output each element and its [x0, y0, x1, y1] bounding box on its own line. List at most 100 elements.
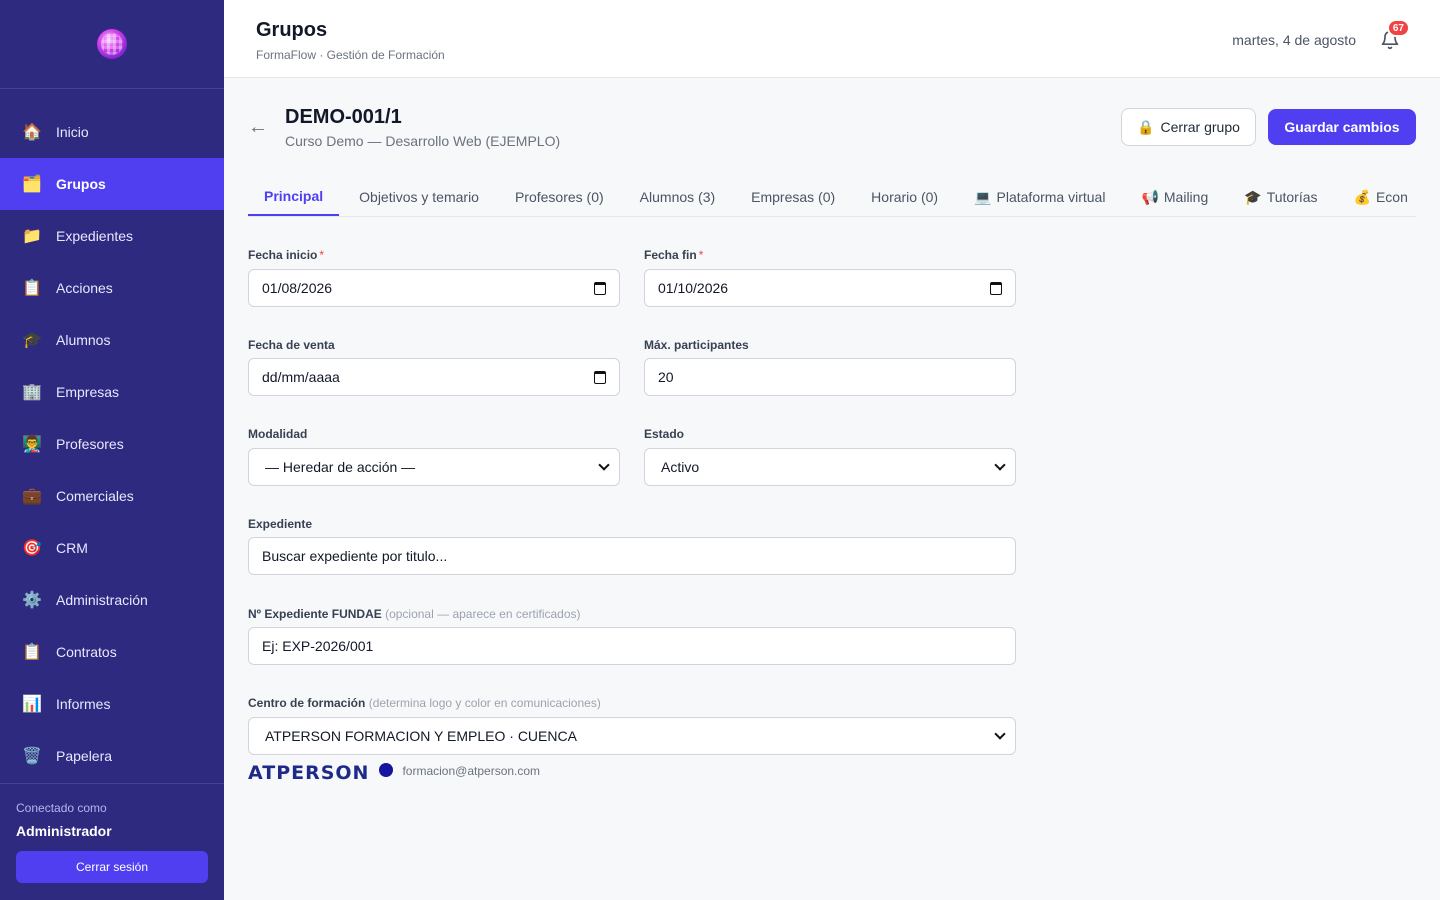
- group-course: Curso Demo — Desarrollo Web (EJEMPLO): [285, 133, 561, 149]
- graduation-cap-icon: 🎓: [1244, 188, 1262, 205]
- centro-label: Centro de formación (determina logo y co…: [248, 696, 601, 710]
- chevron-down-icon: [994, 728, 1006, 740]
- lock-icon: 🔒: [1137, 118, 1155, 135]
- logout-button[interactable]: Cerrar sesión: [16, 851, 208, 883]
- modalidad-select[interactable]: — Heredar de acción —: [248, 448, 620, 486]
- sidebar-item-crm[interactable]: 🎯 CRM: [0, 522, 224, 574]
- fundae-hint: (opcional — aparece en certificados): [385, 607, 581, 621]
- tab-label: Horario (0): [871, 189, 939, 205]
- centro-value: ATPERSON FORMACION Y EMPLEO · CUENCA: [265, 728, 577, 744]
- megaphone-icon: 📢: [1141, 188, 1159, 205]
- chevron-down-icon: [994, 459, 1006, 471]
- sidebar-item-label: Administración: [56, 592, 148, 608]
- label-text: Fecha inicio: [248, 248, 318, 262]
- sidebar-item-label: Comerciales: [56, 488, 134, 504]
- clipboard-icon: 📋: [22, 280, 42, 297]
- estado-label: Estado: [644, 427, 685, 441]
- tab-horario[interactable]: Horario (0): [855, 178, 954, 216]
- clipboard-icon: 📋: [22, 644, 42, 661]
- fecha-fin-value: 01/10/2026: [658, 280, 729, 296]
- sidebar-item-label: Papelera: [56, 748, 113, 764]
- sidebar-footer: Conectado como Administrador Cerrar sesi…: [0, 783, 224, 883]
- label-text: Centro de formación: [248, 696, 366, 710]
- building-icon: 🏢: [22, 384, 42, 401]
- tab-label: Profesores (0): [514, 189, 604, 205]
- fecha-inicio-input[interactable]: 01/08/2026: [248, 269, 620, 307]
- fecha-inicio-label: Fecha inicio *: [248, 248, 324, 262]
- tab-principal[interactable]: Principal: [248, 178, 340, 216]
- app-logo[interactable]: [0, 0, 224, 89]
- max-participantes-input[interactable]: 20: [644, 358, 1016, 396]
- centro-email: formacion@atperson.com: [402, 764, 541, 778]
- sidebar-item-empresas[interactable]: 🏢 Empresas: [0, 366, 224, 418]
- bar-chart-icon: 📊: [22, 696, 42, 713]
- home-icon: 🏠: [22, 124, 42, 141]
- folder-icon: 📁: [22, 228, 42, 245]
- fundae-input[interactable]: Ej: EXP-2026/001: [248, 627, 1016, 665]
- fecha-venta-input[interactable]: dd/mm/aaaa: [248, 358, 620, 396]
- centro-select[interactable]: ATPERSON FORMACION Y EMPLEO · CUENCA: [248, 717, 1016, 755]
- sidebar-item-acciones[interactable]: 📋 Acciones: [0, 262, 224, 314]
- money-bag-icon: 💰: [1353, 188, 1371, 205]
- tab-alumnos[interactable]: Alumnos (3): [624, 178, 731, 216]
- sidebar-item-expedientes[interactable]: 📁 Expedientes: [0, 210, 224, 262]
- save-changes-button[interactable]: Guardar cambios: [1268, 109, 1416, 145]
- close-group-label: Cerrar grupo: [1160, 119, 1240, 135]
- estado-select[interactable]: Activo: [644, 448, 1016, 486]
- top-header: Grupos FormaFlow · Gestión de Formación …: [224, 0, 1440, 78]
- sidebar-item-label: Empresas: [56, 384, 120, 400]
- calendar-icon[interactable]: [594, 370, 606, 384]
- fecha-venta-value: dd/mm/aaaa: [262, 369, 340, 385]
- sidebar-item-comerciales[interactable]: 💼 Comerciales: [0, 470, 224, 522]
- graduation-cap-icon: 🎓: [22, 332, 42, 349]
- briefcase-icon: 💼: [22, 488, 42, 505]
- tab-plataforma-virtual[interactable]: 💻 Plataforma virtual: [958, 178, 1121, 216]
- tab-profesores[interactable]: Profesores (0): [499, 178, 620, 216]
- sidebar-item-grupos[interactable]: 🗂️ Grupos: [0, 158, 224, 210]
- sidebar-item-contratos[interactable]: 📋 Contratos: [0, 626, 224, 678]
- sidebar-item-alumnos[interactable]: 🎓 Alumnos: [0, 314, 224, 366]
- expediente-label: Expediente: [248, 517, 313, 531]
- back-arrow-icon[interactable]: ←: [248, 116, 268, 139]
- gear-icon: ⚙️: [22, 592, 42, 609]
- modalidad-value: — Heredar de acción —: [265, 459, 416, 475]
- sidebar-item-administracion[interactable]: ⚙️ Administración: [0, 574, 224, 626]
- tab-economico[interactable]: 💰 Econ: [1338, 178, 1416, 216]
- sidebar-item-inicio[interactable]: 🏠 Inicio: [0, 106, 224, 158]
- sidebar-item-label: Inicio: [56, 124, 89, 140]
- tab-label: Mailing: [1163, 189, 1209, 205]
- groups-icon: 🗂️: [22, 176, 42, 193]
- disco-ball-logo-icon: [97, 29, 127, 59]
- tab-empresas[interactable]: Empresas (0): [735, 178, 851, 216]
- sidebar-item-label: CRM: [56, 540, 88, 556]
- sidebar-item-profesores[interactable]: 👨‍🏫 Profesores: [0, 418, 224, 470]
- max-participantes-label: Máx. participantes: [644, 338, 749, 352]
- fecha-fin-input[interactable]: 01/10/2026: [644, 269, 1016, 307]
- sidebar-item-label: Informes: [56, 696, 111, 712]
- required-mark: *: [698, 248, 704, 262]
- close-group-button[interactable]: 🔒 Cerrar grupo: [1121, 108, 1256, 146]
- calendar-icon[interactable]: [594, 281, 606, 295]
- teacher-icon: 👨‍🏫: [22, 436, 42, 453]
- label-text: Nº Expediente FUNDAE: [248, 607, 382, 621]
- tab-objetivos[interactable]: Objetivos y temario: [343, 178, 495, 216]
- sidebar-item-label: Acciones: [56, 280, 113, 296]
- tab-label: Alumnos (3): [639, 189, 716, 205]
- sidebar-item-informes[interactable]: 📊 Informes: [0, 678, 224, 730]
- brand-color-dot: [379, 763, 394, 777]
- tab-tutorias[interactable]: 🎓 Tutorías: [1228, 178, 1333, 216]
- group-tabs: Principal Objetivos y temario Profesores…: [248, 178, 1416, 217]
- tab-mailing[interactable]: 📢 Mailing: [1125, 178, 1224, 216]
- expediente-search-input[interactable]: Buscar expediente por titulo...: [248, 537, 1016, 575]
- sidebar-item-papelera[interactable]: 🗑️ Papelera: [0, 730, 224, 782]
- sidebar-item-label: Grupos: [56, 176, 106, 192]
- tab-label: Principal: [264, 188, 324, 204]
- calendar-icon[interactable]: [990, 281, 1002, 295]
- tab-label: Plataforma virtual: [996, 189, 1106, 205]
- current-date: martes, 4 de agosto: [1232, 32, 1356, 48]
- sidebar-item-label: Profesores: [56, 436, 124, 452]
- tab-label: Empresas (0): [751, 189, 836, 205]
- fecha-inicio-value: 01/08/2026: [262, 280, 333, 296]
- sidebar-item-label: Alumnos: [56, 332, 111, 348]
- tab-label: Econ: [1375, 189, 1408, 205]
